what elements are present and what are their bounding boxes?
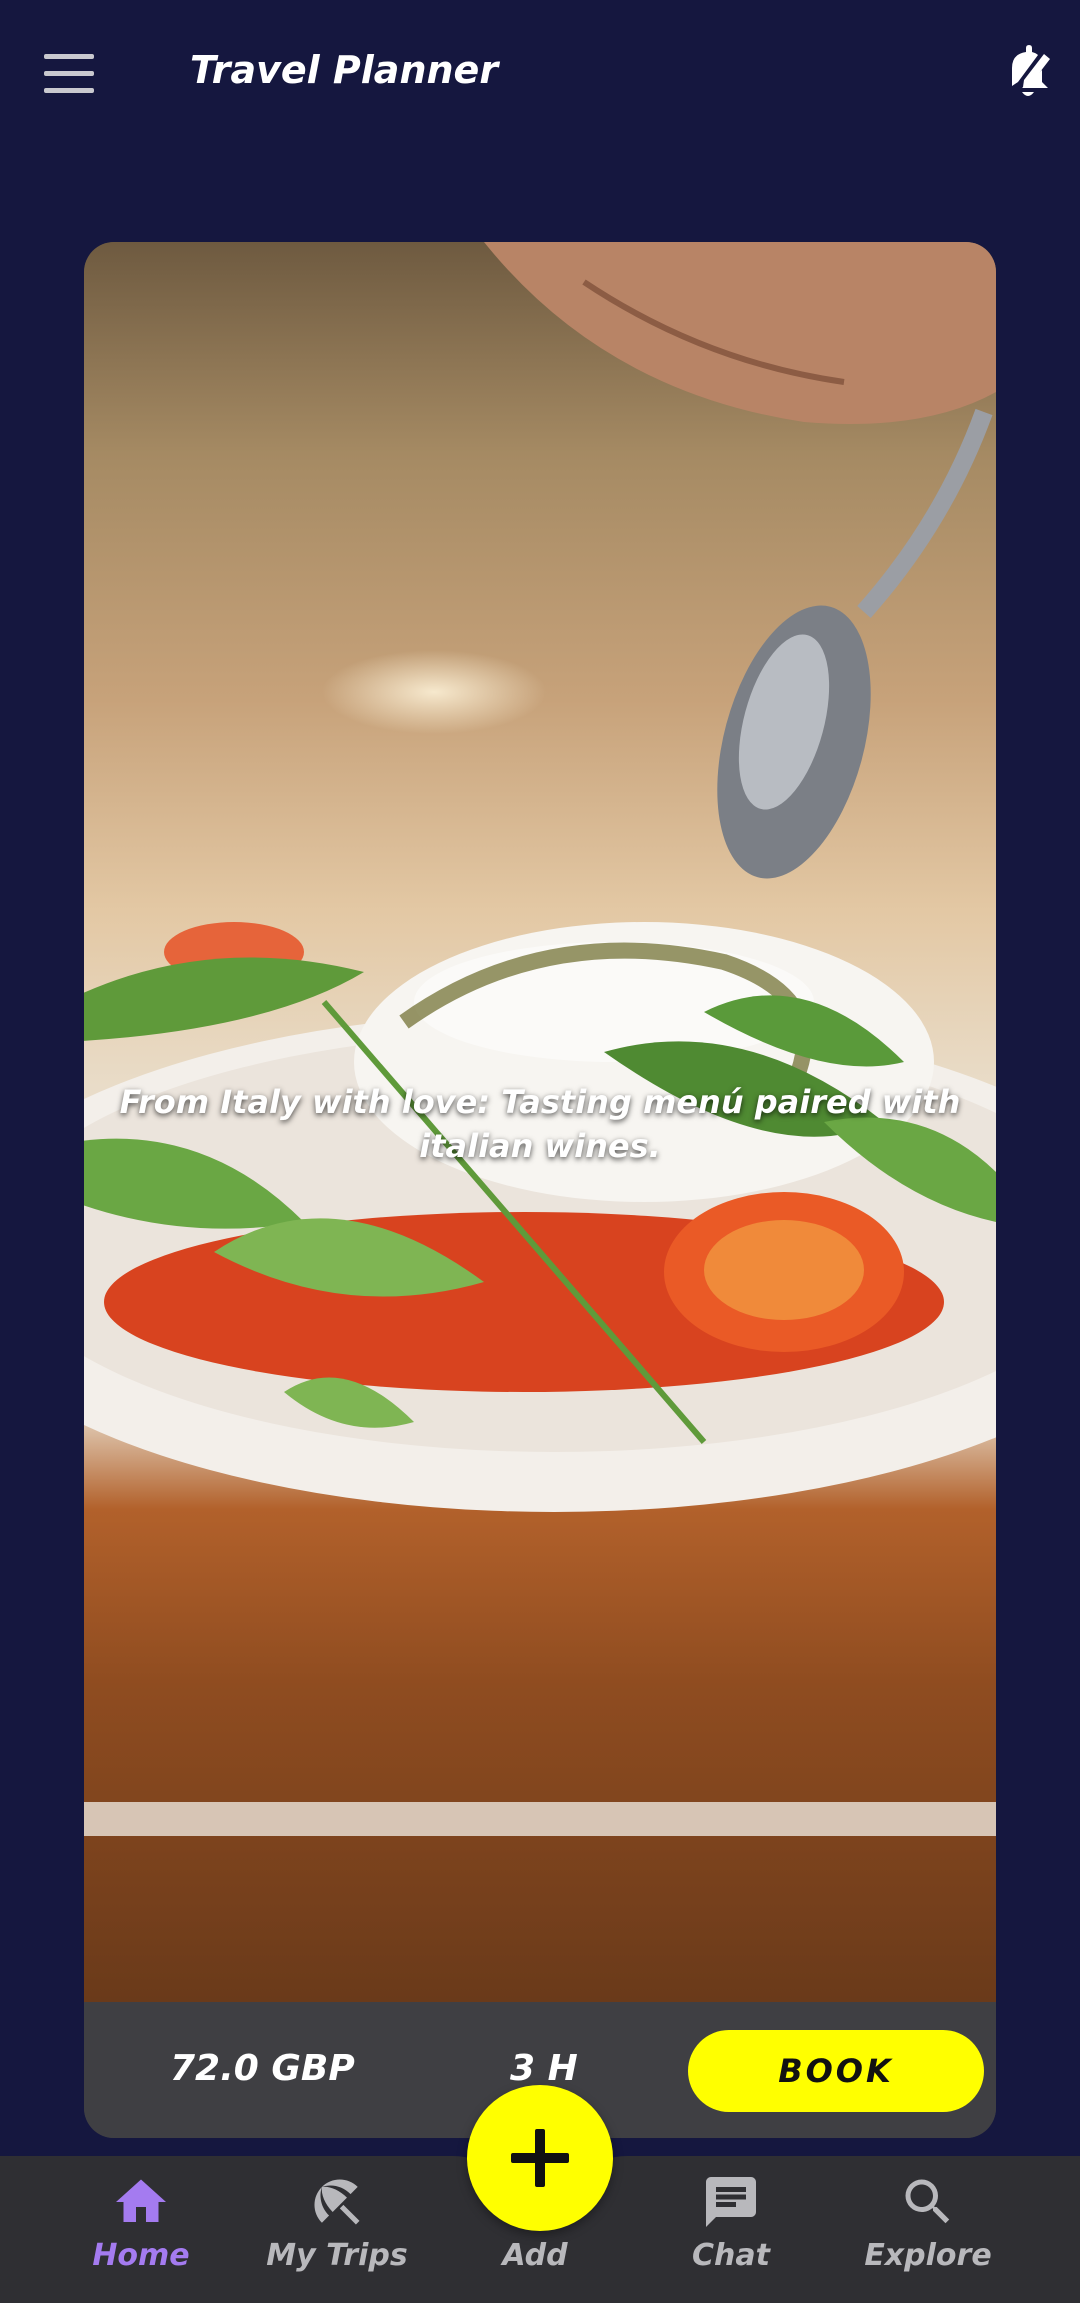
add-button[interactable] — [467, 2085, 613, 2231]
nav-add-label: Add — [502, 2238, 568, 2273]
home-icon — [116, 2179, 166, 2222]
edit-notification-bell-icon[interactable] — [1004, 44, 1052, 100]
experience-title: From Italy with love: Tasting menú paire… — [119, 1083, 961, 1165]
nav-home-label: Home — [92, 2238, 190, 2273]
app-title: Travel Planner — [190, 48, 499, 92]
duration-label: 3 H — [510, 2048, 578, 2089]
price-label: 72.0 GBP — [170, 2048, 355, 2089]
experience-photo: From Italy with love: Tasting menú paire… — [84, 242, 996, 2002]
nav-chat[interactable]: Chat — [656, 2172, 806, 2292]
book-button[interactable]: BOOK — [688, 2030, 984, 2112]
search-icon — [905, 2179, 950, 2224]
nav-explore[interactable]: Explore — [853, 2172, 1003, 2292]
menu-icon[interactable] — [44, 54, 100, 94]
nav-home[interactable]: Home — [66, 2172, 216, 2292]
nav-my-trips[interactable]: My Trips — [262, 2172, 412, 2292]
nav-explore-label: Explore — [864, 2238, 992, 2273]
experience-card[interactable]: From Italy with love: Tasting menú paire… — [84, 242, 996, 2138]
app-bar: Travel Planner — [0, 0, 1080, 150]
beach-umbrella-icon — [314, 2179, 360, 2225]
chat-icon — [706, 2177, 756, 2227]
plus-icon — [511, 2129, 569, 2187]
nav-chat-label: Chat — [692, 2238, 770, 2273]
nav-my-trips-label: My Trips — [266, 2238, 408, 2273]
